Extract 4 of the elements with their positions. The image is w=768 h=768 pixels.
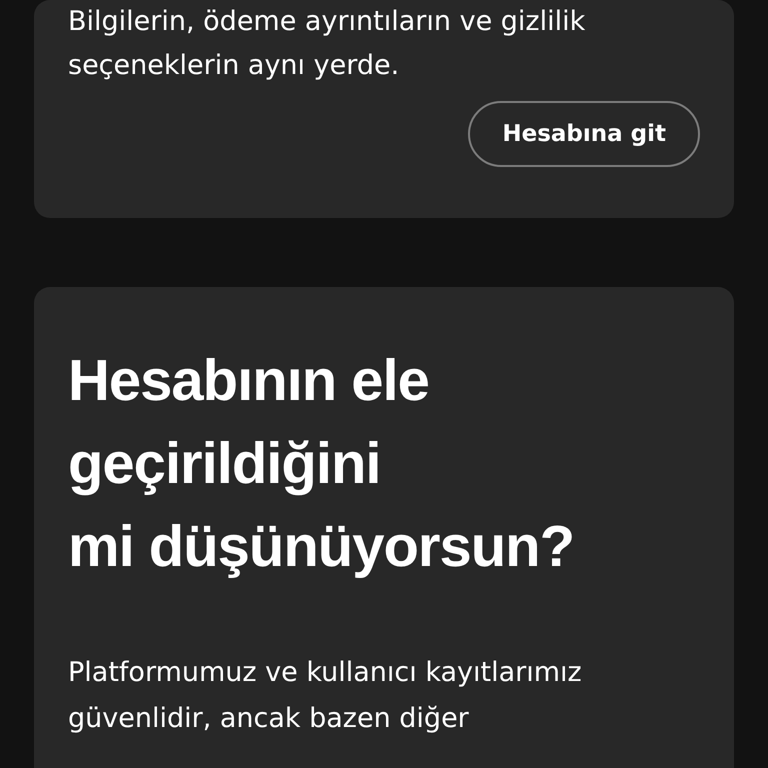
security-text: Platformumuz ve kullanıcı kayıtlarımız güvenlidir, ancak bazen diğer bbox=[68, 656, 583, 736]
account-description: Bilgilerin, ödeme ayrıntıların ve gizlilik seçeneklerin aynı yerde. bbox=[68, 5, 586, 83]
security-heading: Hesabının ele geçirildiğini mi düşünüyorsun? bbox=[68, 347, 575, 581]
account-button[interactable]: Hesabına git bbox=[468, 101, 700, 167]
